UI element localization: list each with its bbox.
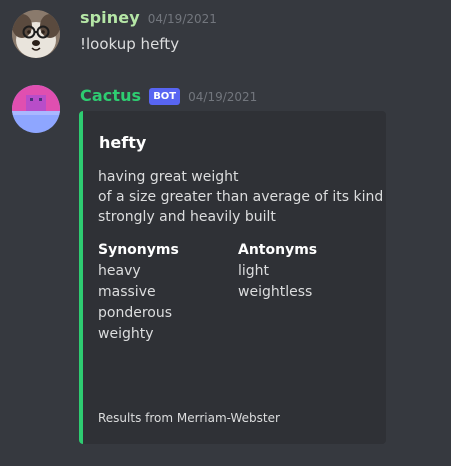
embed-description: having great weight of a size greater th… [98, 167, 383, 227]
embed-title: hefty [99, 133, 147, 152]
username-spiney[interactable]: spiney [80, 8, 140, 27]
definition-line: having great weight [98, 169, 239, 185]
synonym-item: weighty [98, 326, 154, 342]
antonym-item: weightless [238, 284, 313, 300]
synonym-item: heavy [98, 263, 141, 279]
bot-badge: BOT [149, 88, 181, 105]
avatar-spiney[interactable] [12, 10, 60, 58]
dog-with-glasses-avatar-icon [12, 10, 60, 58]
synonym-item: massive [98, 284, 156, 300]
timestamp: 04/19/2021 [147, 12, 217, 26]
synonym-item: ponderous [98, 305, 173, 321]
dictionary-embed: hefty having great weight of a size grea… [79, 111, 386, 444]
avatar-cactus[interactable] [12, 85, 60, 133]
username-cactus[interactable]: Cactus [80, 86, 141, 105]
message-content: !lookup hefty [80, 35, 180, 53]
timestamp: 04/19/2021 [188, 90, 258, 104]
message-spiney: spiney 04/19/2021 !lookup hefty [0, 0, 451, 70]
field-antonyms: Antonyms light weightless [238, 240, 317, 303]
field-synonyms: Synonyms heavy massive ponderous weighty [98, 240, 179, 345]
field-title: Synonyms [98, 242, 179, 258]
embed-accent-bar [79, 111, 83, 444]
definition-line: strongly and heavily built [98, 209, 276, 225]
field-title: Antonyms [238, 242, 318, 258]
embed-footer: Results from Merriam-Webster [98, 411, 280, 425]
definition-line: of a size greater than average of its ki… [98, 189, 384, 205]
cactus-bot-avatar-icon [12, 85, 60, 133]
antonym-item: light [238, 263, 270, 279]
